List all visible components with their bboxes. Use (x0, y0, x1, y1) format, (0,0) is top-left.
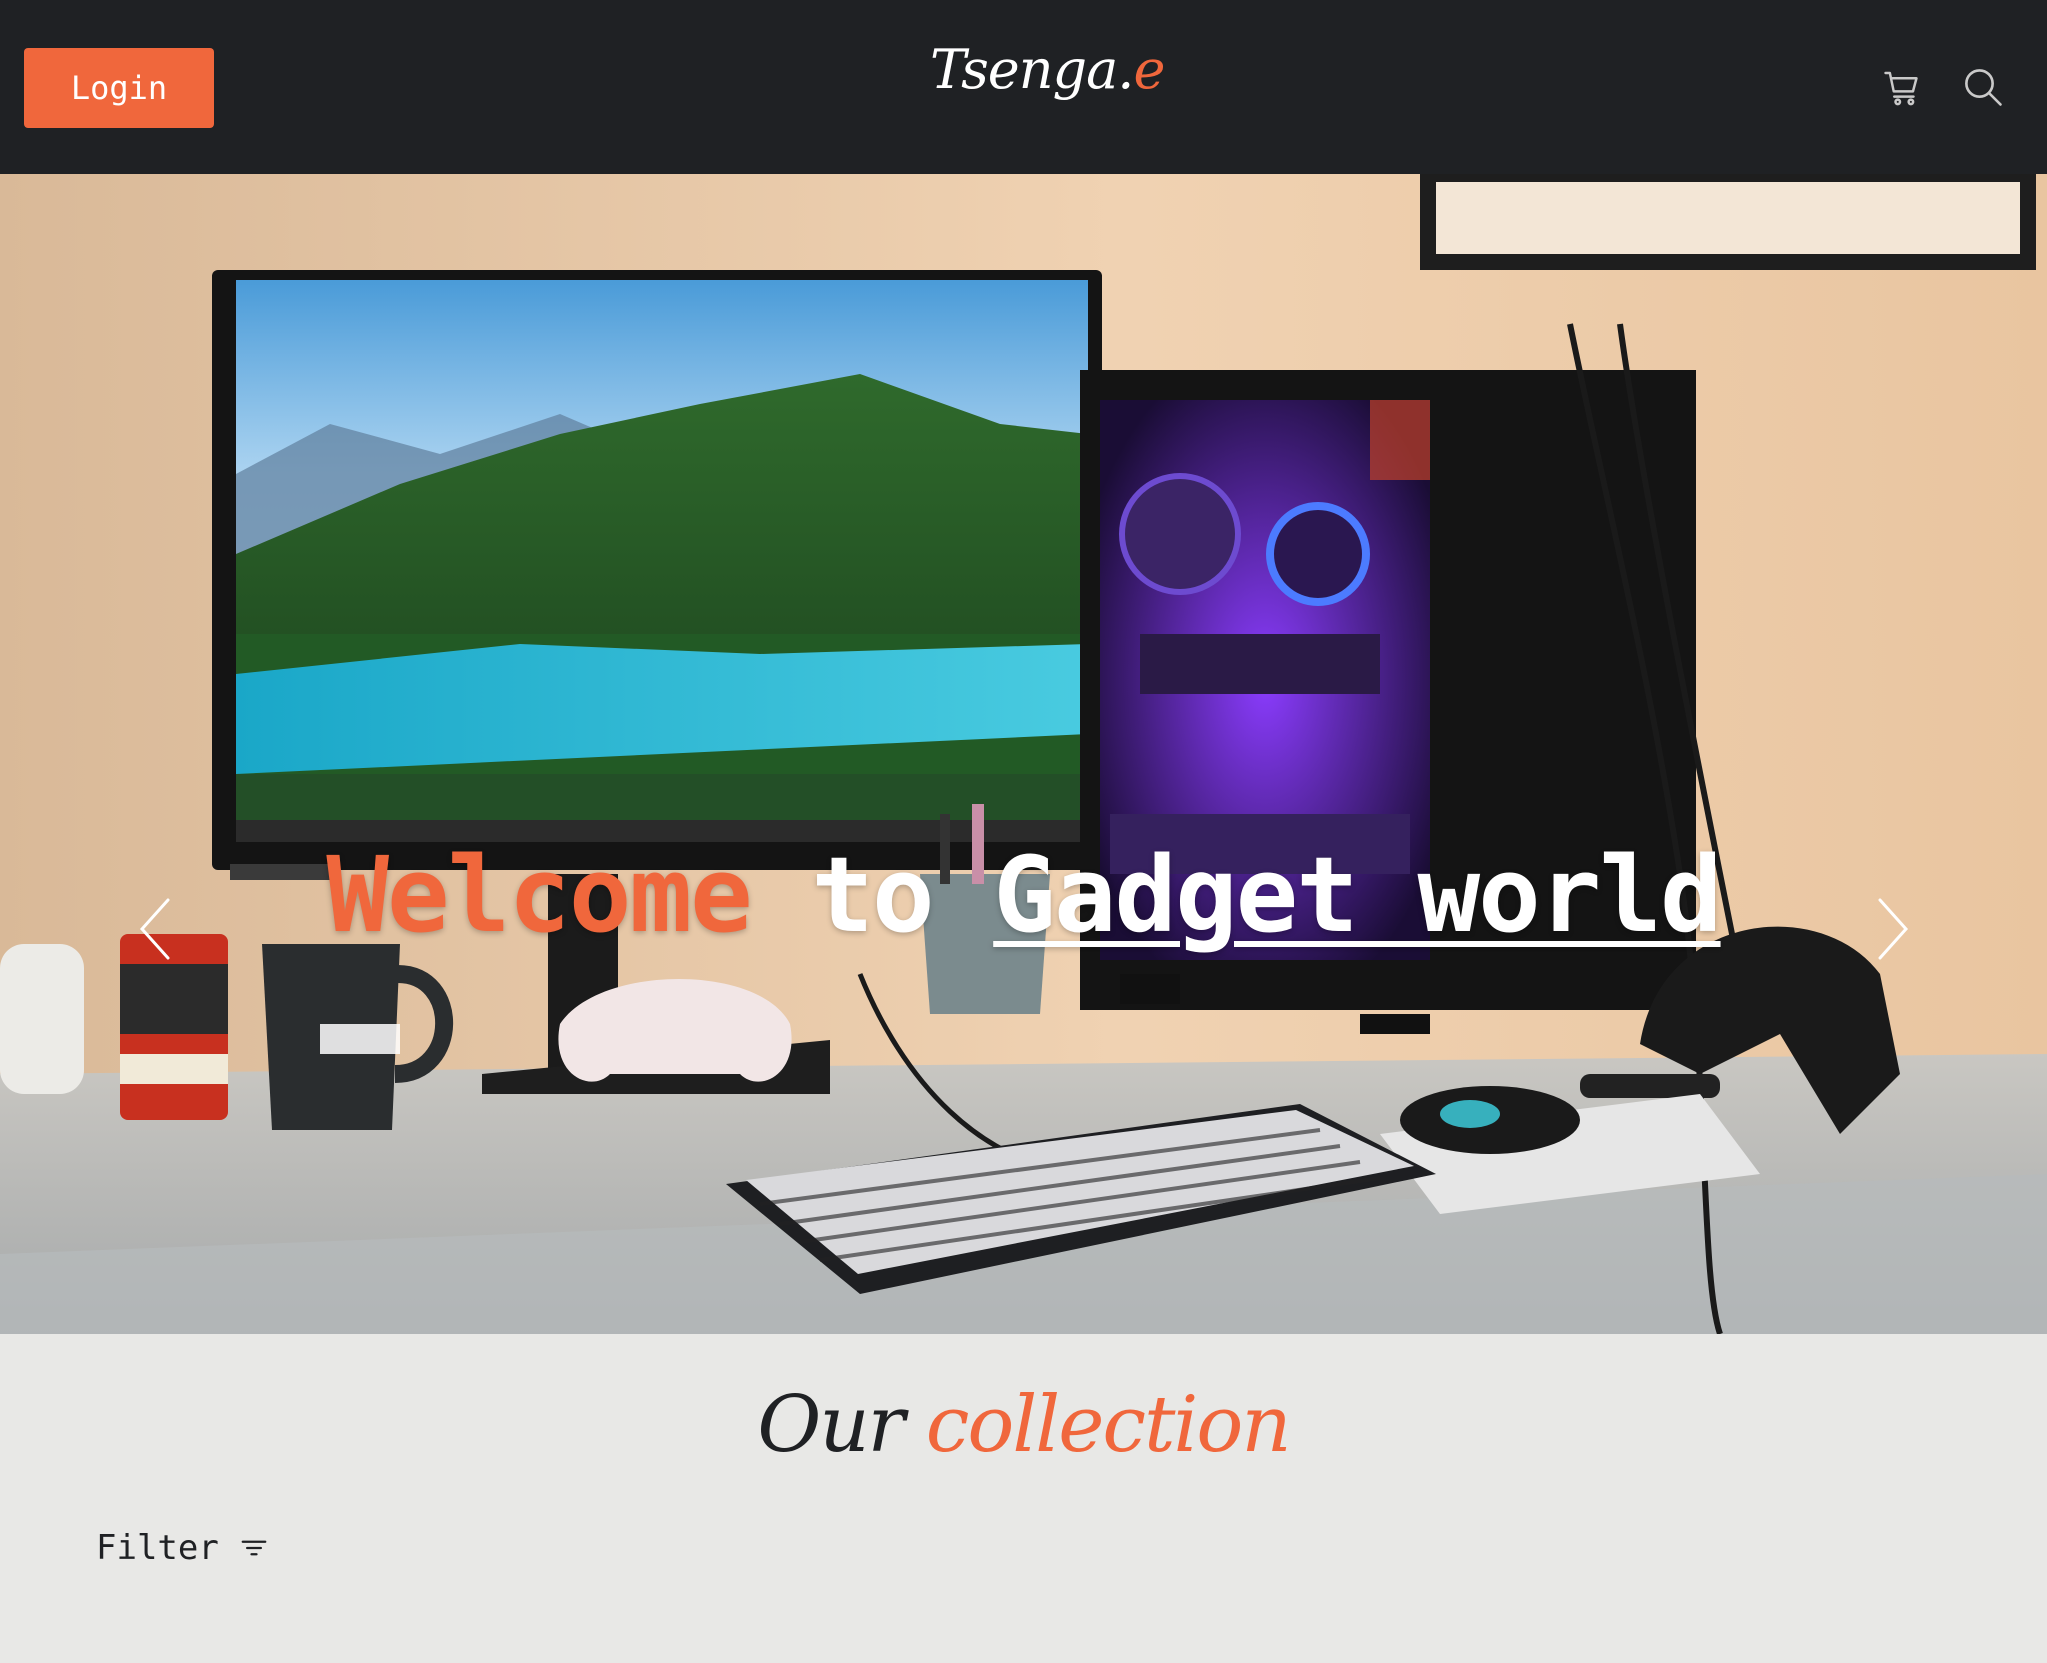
hero-image (0, 174, 2047, 1334)
cart-icon[interactable] (1882, 66, 1924, 108)
hero-title: Welcome to Gadget world (0, 834, 2047, 956)
chevron-left-icon[interactable] (130, 894, 180, 964)
navbar: Login Tsenga.e (0, 0, 2047, 174)
search-icon[interactable] (1962, 66, 2004, 108)
login-button[interactable]: Login (24, 48, 214, 128)
filter-label: Filter (96, 1528, 219, 1568)
hero-title-gadget-world[interactable]: Gadget world (993, 834, 1722, 956)
chevron-right-icon[interactable] (1868, 894, 1918, 964)
filter-button[interactable]: Filter (96, 1526, 269, 1570)
hero-title-welcome: Welcome (326, 834, 752, 956)
logo-accent: e (1133, 38, 1165, 101)
hero-carousel: Welcome to Gadget world (0, 174, 2047, 1334)
hero-title-to: to (811, 834, 934, 956)
collection-title-accent: collection (925, 1380, 1292, 1470)
logo-text: Tsenga. (930, 38, 1134, 101)
collection-title-main: Our (757, 1380, 904, 1470)
collection-title: Our collection (0, 1380, 2047, 1470)
site-logo[interactable]: Tsenga.e (930, 38, 1165, 118)
filter-icon (241, 1540, 267, 1556)
